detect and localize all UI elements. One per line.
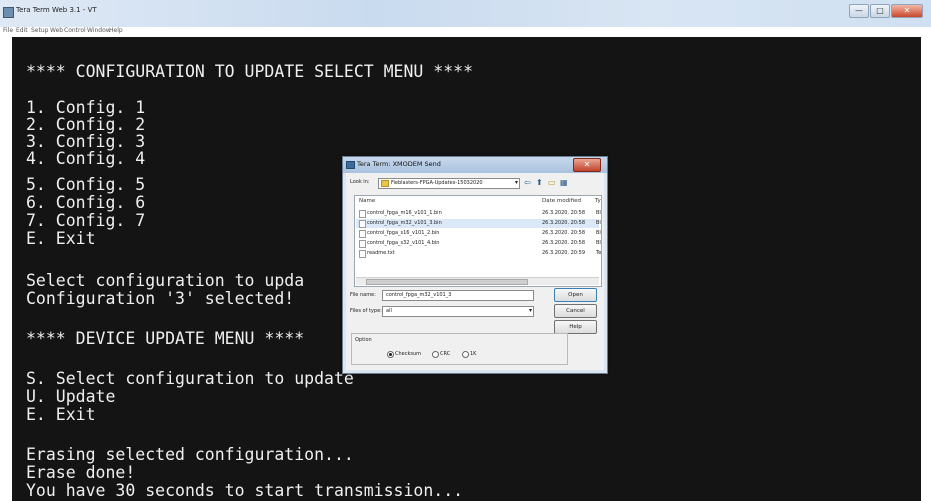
chevron-down-icon: ▾	[514, 179, 518, 186]
terminal-line: Configuration '3' selected!	[26, 289, 295, 308]
file-icon	[359, 230, 366, 238]
menu-bar: File Edit Setup Web Control Window Help	[0, 27, 931, 36]
terminal-line: 7. Config. 7	[26, 211, 146, 230]
files-of-type-label: Files of type:	[350, 308, 382, 314]
menu-edit[interactable]: Edit	[16, 27, 28, 34]
terminal-line: 4. Config. 4	[26, 149, 146, 168]
look-in-value: Fieblasters-FPGA-Updates-15032020	[391, 180, 483, 186]
terminal-line: 6. Config. 6	[26, 193, 146, 212]
chevron-down-icon: ▾	[528, 307, 532, 314]
dialog-titlebar: Tera Term: XMODEM Send ✕	[343, 157, 607, 173]
dialog-app-icon	[346, 161, 355, 169]
radio-indicator	[432, 351, 439, 358]
window-title: Tera Term Web 3.1 - VT	[16, 6, 97, 14]
app-icon	[3, 7, 14, 18]
file-name: control_fpga_m32_v101_3.bin	[367, 220, 442, 226]
window-titlebar: Tera Term Web 3.1 - VT — □ ✕	[0, 0, 931, 27]
radio-label: CRC	[440, 351, 451, 357]
view-menu-icon[interactable]: ▦	[560, 178, 568, 187]
window-controls: — □ ✕	[848, 4, 923, 18]
file-type: BI	[596, 240, 601, 246]
terminal-line: Erasing selected configuration...	[26, 445, 354, 464]
up-folder-icon[interactable]: ⬆	[536, 178, 543, 187]
file-icon	[359, 240, 366, 248]
terminal-line: Select configuration to upda	[26, 271, 305, 290]
file-name-value: control_fpga_m32_v101_3	[386, 292, 452, 298]
radio-indicator	[462, 351, 469, 358]
scrollbar-thumb[interactable]	[366, 279, 528, 285]
terminal-line: S. Select configuration to update	[26, 369, 354, 388]
dialog-title: Tera Term: XMODEM Send	[357, 160, 441, 168]
file-name-label: File name:	[350, 292, 376, 298]
file-name: control_fpga_m16_v101_1.bin	[367, 210, 442, 216]
file-date: 26.3.2020. 20:58	[542, 210, 586, 216]
maximize-button[interactable]: □	[870, 4, 890, 18]
column-header-name[interactable]: Name	[359, 198, 375, 204]
file-name-input[interactable]: control_fpga_m32_v101_3	[382, 290, 534, 301]
terminal-line: 5. Config. 5	[26, 175, 146, 194]
folder-icon	[381, 180, 389, 187]
new-folder-icon[interactable]: ▭	[548, 178, 556, 187]
dialog-body: Look in: Fieblasters-FPGA-Updates-150320…	[346, 173, 604, 370]
files-of-type-dropdown[interactable]: all ▾	[382, 306, 534, 317]
xmodem-send-dialog: Tera Term: XMODEM Send ✕ Look in: Fiebla…	[342, 156, 608, 374]
back-arrow-icon[interactable]: ⇦	[524, 178, 531, 187]
file-name: readme.txt	[367, 250, 395, 256]
file-name: control_fpga_s16_v101_2.bin	[367, 230, 440, 236]
horizontal-scrollbar[interactable]	[356, 277, 599, 285]
option-group: Option Checksum CRC 1K	[351, 333, 568, 365]
menu-web[interactable]: Web	[50, 27, 63, 34]
look-in-dropdown[interactable]: Fieblasters-FPGA-Updates-15032020 ▾	[378, 178, 520, 189]
file-icon	[359, 210, 366, 218]
menu-setup[interactable]: Setup	[31, 27, 48, 34]
file-date: 26.3.2020. 20:58	[542, 240, 586, 246]
file-row[interactable]: control_fpga_s16_v101_2.bin 26.3.2020. 2…	[356, 229, 601, 238]
menu-control[interactable]: Control	[64, 27, 86, 34]
terminal-line: Erase done!	[26, 463, 136, 482]
file-date: 26.3.2020. 20:58	[542, 230, 586, 236]
terminal-line: E. Exit	[26, 229, 96, 248]
file-type: BI	[596, 230, 601, 236]
terminal-line: E. Exit	[26, 405, 96, 424]
file-row[interactable]: control_fpga_m16_v101_1.bin 26.3.2020. 2…	[356, 209, 601, 218]
file-icon	[359, 250, 366, 258]
terminal-line: **** CONFIGURATION TO UPDATE SELECT MENU…	[26, 62, 474, 81]
menu-file[interactable]: File	[3, 27, 13, 34]
file-name: control_fpga_s32_v101_4.bin	[367, 240, 440, 246]
option-label: Option	[355, 337, 372, 343]
open-button[interactable]: Open	[554, 288, 597, 302]
file-icon	[359, 220, 366, 228]
minimize-button[interactable]: —	[849, 4, 869, 18]
file-row[interactable]: control_fpga_s32_v101_4.bin 26.3.2020. 2…	[356, 239, 601, 248]
column-header-date[interactable]: Date modified	[542, 198, 581, 204]
file-date: 26.3.2020. 20:58	[542, 220, 586, 226]
radio-indicator	[387, 351, 394, 358]
menu-window[interactable]: Window	[87, 27, 111, 34]
terminal-line: U. Update	[26, 387, 116, 406]
cancel-button[interactable]: Cancel	[554, 304, 597, 318]
file-type: Te	[596, 250, 602, 256]
dialog-close-button[interactable]: ✕	[573, 158, 601, 172]
look-in-label: Look in:	[350, 179, 370, 185]
terminal-line: You have 30 seconds to start transmissio…	[26, 481, 464, 500]
menu-help[interactable]: Help	[109, 27, 123, 34]
file-row-selected[interactable]: control_fpga_m32_v101_3.bin 26.3.2020. 2…	[356, 219, 601, 228]
file-type: BI	[596, 210, 601, 216]
files-of-type-value: all	[386, 308, 392, 314]
file-list[interactable]: Name Date modified Ty control_fpga_m16_v…	[354, 195, 602, 287]
file-type: BI	[596, 220, 601, 226]
file-date: 26.3.2020. 20:59	[542, 250, 586, 256]
help-button[interactable]: Help	[554, 320, 597, 334]
terminal-line: **** DEVICE UPDATE MENU ****	[26, 329, 305, 348]
radio-label: Checksum	[395, 351, 422, 357]
column-header-type[interactable]: Ty	[595, 198, 601, 204]
close-button[interactable]: ✕	[891, 4, 923, 18]
radio-label: 1K	[470, 351, 477, 357]
file-row[interactable]: readme.txt 26.3.2020. 20:59 Te	[356, 249, 602, 258]
